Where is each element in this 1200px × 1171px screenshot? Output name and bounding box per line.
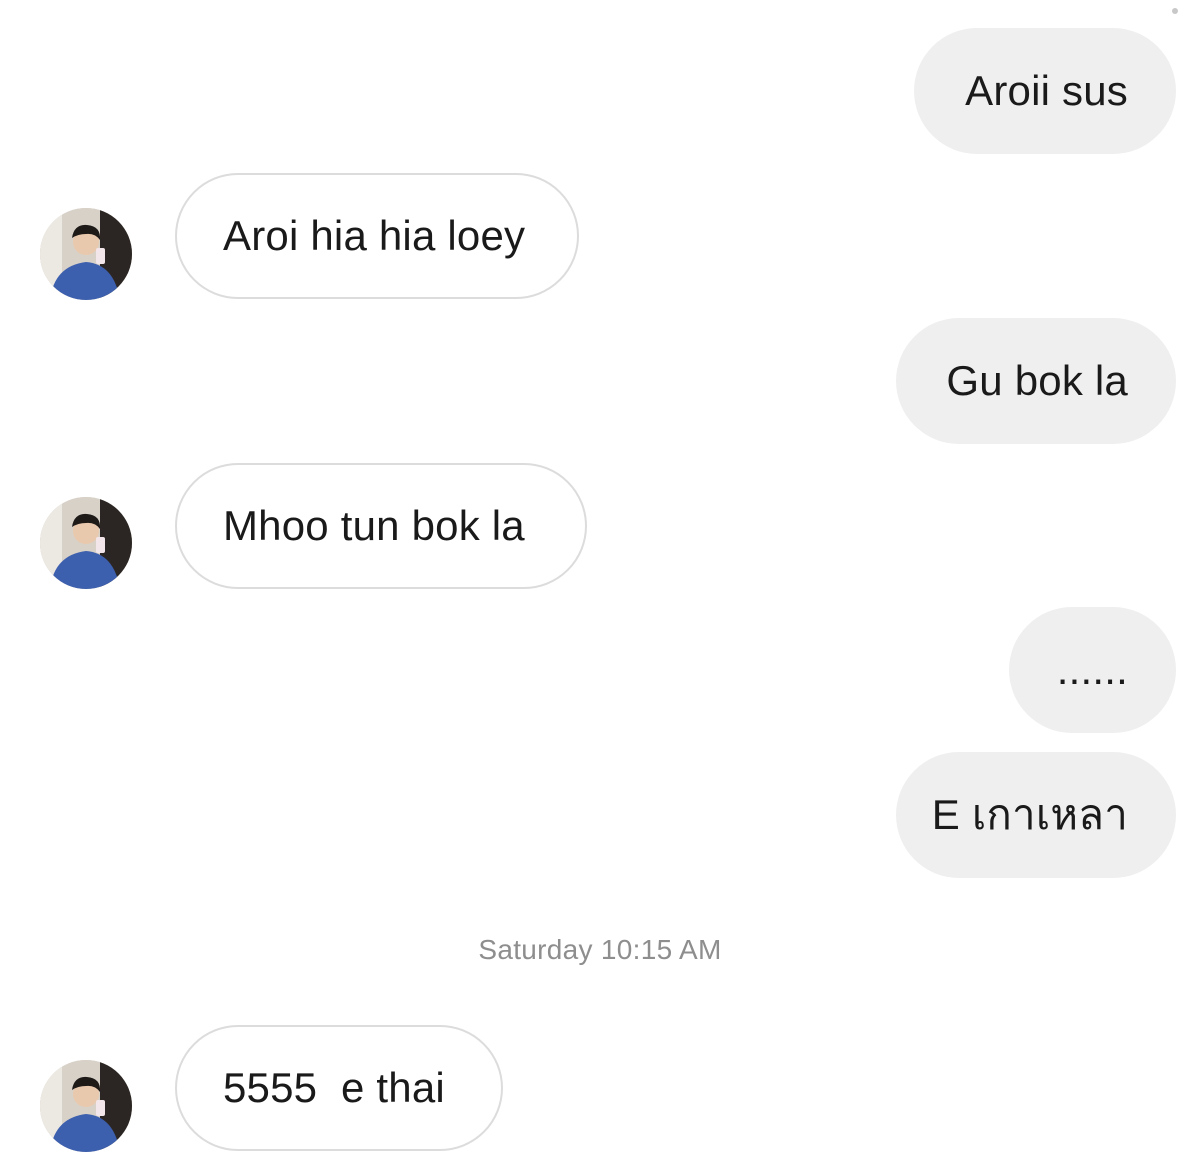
message-text: ...... — [1056, 646, 1128, 693]
message-bubble-incoming[interactable]: Aroi hia hia loey — [175, 173, 579, 299]
message-text: Aroi hia hia loey — [223, 212, 526, 259]
timestamp-divider: Saturday 10:15 AM — [478, 934, 722, 965]
message-bubble-incoming[interactable]: Mhoo tun bok la — [175, 463, 587, 589]
message-bubble-outgoing[interactable]: Gu bok la — [896, 318, 1176, 444]
message-text: Aroii sus — [965, 67, 1128, 114]
message-bubble-outgoing[interactable]: Aroii sus — [914, 28, 1176, 154]
avatar-icon[interactable] — [40, 497, 132, 589]
message-text: Gu bok la — [946, 357, 1128, 404]
status-dot-icon — [1172, 8, 1178, 14]
chat-thread: Aroii sus Aroi hia hia loey Gu bok la Mh… — [0, 0, 1200, 1171]
message-bubble-outgoing[interactable]: ...... — [1009, 607, 1176, 733]
message-text: E เกาเหลา — [931, 791, 1128, 838]
avatar-icon[interactable] — [40, 1060, 132, 1152]
message-text: 5555 e thai — [223, 1064, 445, 1111]
message-bubble-outgoing[interactable]: E เกาเหลา — [896, 752, 1176, 878]
avatar-icon[interactable] — [40, 208, 132, 300]
message-text: Mhoo tun bok la — [223, 502, 525, 549]
message-bubble-incoming[interactable]: 5555 e thai — [175, 1025, 503, 1151]
